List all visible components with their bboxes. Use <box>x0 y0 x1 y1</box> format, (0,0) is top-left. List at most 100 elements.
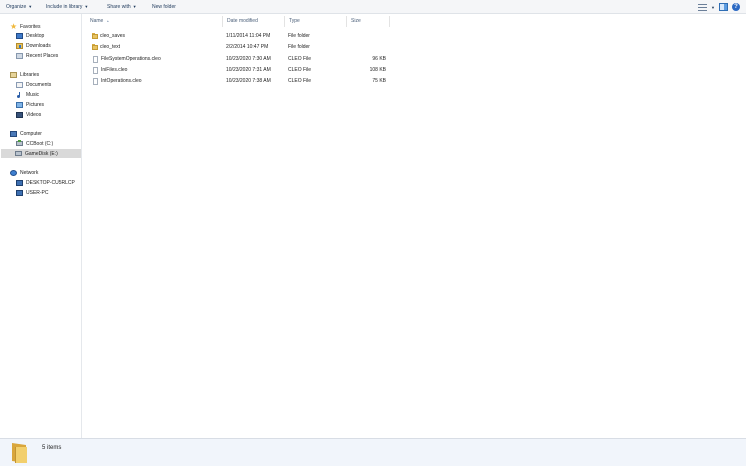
file-date-modified: 10/23/2020 7:38 AM <box>226 78 271 84</box>
nav-item-label: Favorites <box>20 23 41 30</box>
new-folder-label: New folder <box>152 4 176 10</box>
computer-icon <box>10 130 17 137</box>
nav-item-pictures[interactable]: Pictures <box>16 100 44 109</box>
navigation-pane: ★ Favorites Desktop Downloads Recent Plac… <box>0 14 82 438</box>
documents-icon <box>16 81 23 88</box>
computer-icon <box>16 189 23 196</box>
file-name: FileSystemOperations.cleo <box>101 56 161 62</box>
nav-item-documents[interactable]: Documents <box>16 80 51 89</box>
nav-item-network[interactable]: Network <box>10 168 38 177</box>
nav-item-label: Computer <box>20 130 42 137</box>
nav-item-recent-places[interactable]: Recent Places <box>16 51 58 60</box>
file-name: cleo_saves <box>100 33 126 39</box>
view-controls: ▼ ? <box>698 2 740 12</box>
column-header-name[interactable]: Name ▲ <box>86 16 223 27</box>
file-icon <box>93 78 98 85</box>
hard-drive-icon <box>15 151 22 156</box>
nav-item-label: Network <box>20 169 39 176</box>
chevron-down-icon: ▼ <box>132 4 137 9</box>
item-count: 5 items <box>42 445 62 451</box>
recent-places-icon <box>16 52 23 59</box>
nav-item-computer[interactable]: Computer <box>10 129 42 138</box>
music-icon <box>16 91 23 98</box>
nav-item-videos[interactable]: Videos <box>16 110 41 119</box>
file-date-modified: 2/2/2014 10:47 PM <box>226 44 269 50</box>
command-toolbar: Organize ▼ Include in library ▼ Share with… <box>0 0 746 14</box>
nav-item-user-pc[interactable]: USER-PC <box>16 188 49 197</box>
file-date-modified: 10/23/2020 7:30 AM <box>226 56 271 62</box>
sort-ascending-icon: ▲ <box>106 19 110 23</box>
chevron-down-icon: ▼ <box>84 4 89 9</box>
include-in-library-label: Include in library <box>46 4 83 10</box>
column-header-date-modified[interactable]: Date modified <box>223 16 285 27</box>
file-size: 108 KB <box>369 67 386 73</box>
share-with-label: Share with <box>107 4 131 10</box>
change-view-icon[interactable] <box>698 3 708 11</box>
desktop-icon <box>16 32 23 39</box>
pictures-icon <box>16 101 23 108</box>
computer-icon <box>16 179 23 186</box>
nav-item-downloads[interactable]: Downloads <box>16 41 51 50</box>
column-header-type[interactable]: Type <box>285 16 347 27</box>
nav-item-desktop-pc[interactable]: DESKTOP-CU5RLCP <box>16 178 75 187</box>
file-size: 75 KB <box>372 78 386 84</box>
file-row[interactable]: IniFiles.cleo 10/23/2020 7:31 AM CLEO Fi… <box>88 65 390 76</box>
column-header-size[interactable]: Size <box>347 16 390 27</box>
organize-label: Organize <box>6 4 27 10</box>
file-row[interactable]: IntOperations.cleo 10/23/2020 7:38 AM CL… <box>88 76 390 87</box>
nav-item-label: Documents <box>26 81 52 88</box>
nav-item-libraries[interactable]: Libraries <box>10 70 39 79</box>
nav-item-label: Pictures <box>26 101 45 108</box>
file-type: CLEO File <box>288 67 312 73</box>
nav-item-desktop[interactable]: Desktop <box>16 31 44 40</box>
nav-item-label: Desktop <box>26 32 45 39</box>
file-row[interactable]: cleo_text 2/2/2014 10:47 PM File folder <box>88 42 390 53</box>
file-icon <box>93 56 98 63</box>
file-date-modified: 10/23/2020 7:31 AM <box>226 67 271 73</box>
file-icon <box>93 67 98 74</box>
nav-item-label: Videos <box>26 111 42 118</box>
preview-pane-icon[interactable] <box>719 3 728 11</box>
nav-item-music[interactable]: Music <box>16 90 39 99</box>
new-folder-button[interactable]: New folder <box>152 4 176 10</box>
column-header-label: Date modified <box>227 18 258 24</box>
view-options-chevron-icon[interactable]: ▼ <box>711 5 715 10</box>
file-size <box>348 31 386 42</box>
nav-item-label: Libraries <box>20 71 40 78</box>
nav-item-label: DESKTOP-CU5RLCP <box>26 179 75 186</box>
folder-icon <box>92 44 98 50</box>
include-in-library-button[interactable]: Include in library ▼ <box>46 4 88 10</box>
network-icon <box>10 169 17 176</box>
details-pane: 5 items <box>0 438 746 466</box>
libraries-icon <box>10 71 17 78</box>
nav-item-label: Music <box>26 91 40 98</box>
file-name: cleo_text <box>100 44 121 50</box>
column-header-label: Type <box>289 18 300 24</box>
organize-menu-button[interactable]: Organize ▼ <box>6 4 32 10</box>
star-icon: ★ <box>10 21 18 31</box>
downloads-icon <box>16 42 23 49</box>
file-row[interactable]: FileSystemOperations.cleo 10/23/2020 7:3… <box>88 54 390 65</box>
file-type: File folder <box>288 33 310 39</box>
file-type: File folder <box>288 44 310 50</box>
nav-item-ccboot-drive[interactable]: CCBoot (C:) <box>16 139 53 148</box>
file-date-modified: 1/11/2014 11:04 PM <box>226 33 271 39</box>
file-name: IntOperations.cleo <box>101 78 142 84</box>
nav-item-favorites[interactable]: ★ Favorites <box>10 22 41 31</box>
folder-icon <box>92 33 98 39</box>
share-with-button[interactable]: Share with ▼ <box>107 4 137 10</box>
nav-item-label: CCBoot (C:) <box>26 140 54 147</box>
file-size: 96 KB <box>372 56 386 62</box>
folder-icon <box>11 443 28 463</box>
nav-item-gamedisk-drive[interactable]: GameDisk (E:) <box>1 149 81 158</box>
file-type: CLEO File <box>288 78 312 84</box>
file-name: IniFiles.cleo <box>101 67 128 73</box>
chevron-down-icon: ▼ <box>28 4 33 9</box>
videos-icon <box>16 111 23 118</box>
column-header-label: Name <box>90 18 104 24</box>
file-type: CLEO File <box>288 56 312 62</box>
file-size <box>348 42 386 53</box>
column-header-label: Size <box>351 18 361 24</box>
file-row[interactable]: cleo_saves 1/11/2014 11:04 PM File folde… <box>88 31 390 42</box>
help-icon[interactable]: ? <box>732 3 740 11</box>
